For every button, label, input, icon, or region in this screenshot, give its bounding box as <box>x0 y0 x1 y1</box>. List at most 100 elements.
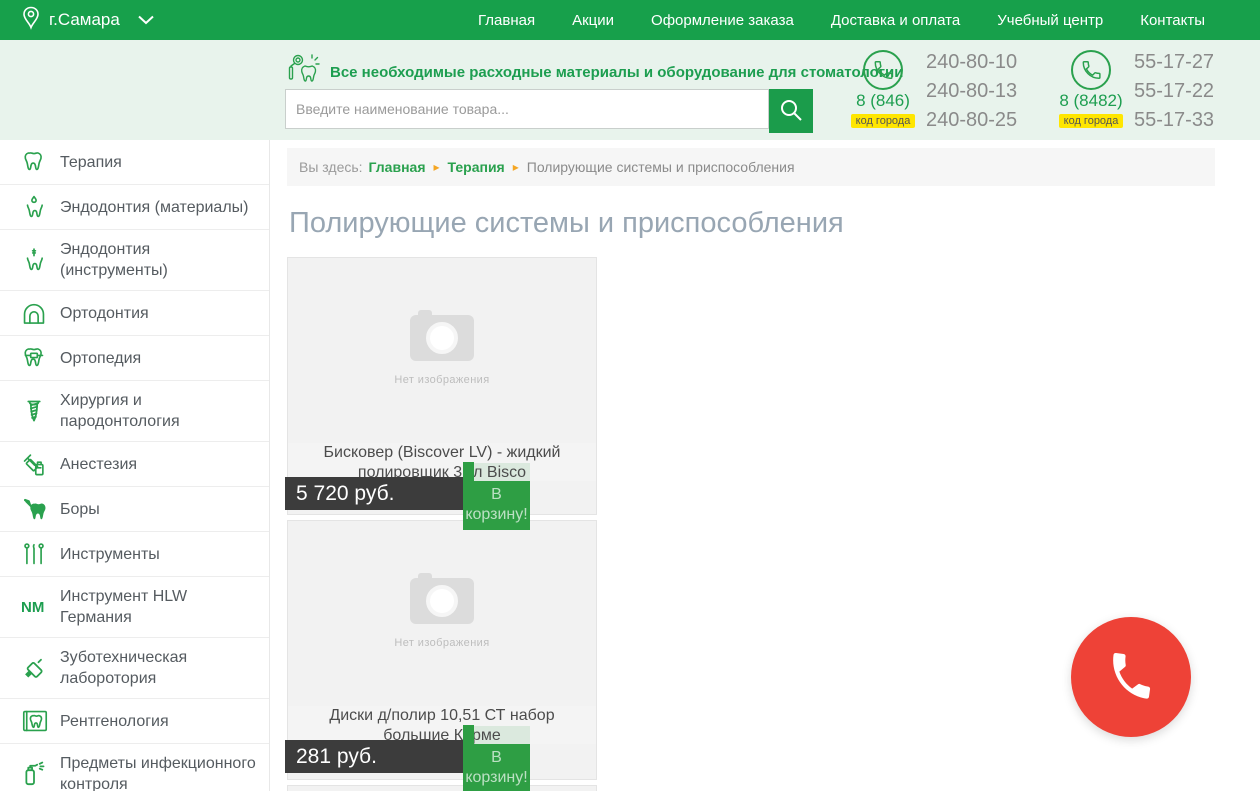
sidebar-item-label: Зуботехническая лаборотория <box>60 647 261 689</box>
no-image-label: Нет изображения <box>288 374 596 386</box>
add-to-cart-button-strip <box>463 462 474 487</box>
sidebar-item-label: Предметы инфекционного контроля <box>60 753 261 791</box>
sidebar-item-radiology[interactable]: Рентгенология <box>0 699 269 744</box>
breadcrumb-section[interactable]: Терапия <box>448 159 505 175</box>
spray-icon <box>20 760 60 788</box>
tooth-drop-icon <box>20 194 60 220</box>
sidebar-item-endodontics-materials[interactable]: Эндодонтия (материалы) <box>0 185 269 230</box>
nav-delivery-payment[interactable]: Доставка и оплата <box>831 12 960 29</box>
sidebar-item-orthodontics[interactable]: Ортодонтия <box>0 291 269 336</box>
city-code-badge: код города <box>851 114 916 128</box>
syringe-icon <box>20 451 60 477</box>
dental-tools-icon <box>285 52 321 93</box>
sidebar-item-surgery-periodontology[interactable]: Хирургия и пародонтология <box>0 381 269 442</box>
camera-icon <box>410 315 474 361</box>
sidebar-item-anesthesia[interactable]: Анестезия <box>0 442 269 487</box>
phone-icon <box>863 50 903 90</box>
top-nav: Главная Акции Оформление заказа Доставка… <box>478 12 1205 29</box>
city-code-badge: код города <box>1059 114 1124 128</box>
sidebar-item-label: Эндодонтия (инструменты) <box>60 239 261 281</box>
sidebar-item-orthopedics[interactable]: Ортопедия <box>0 336 269 381</box>
sidebar-item-label: Ортодонтия <box>60 303 149 324</box>
header: Все необходимые расходные материалы и об… <box>0 40 1260 140</box>
tooth-braces-icon <box>20 345 60 371</box>
product-price: 5 720 руб. <box>285 477 463 510</box>
no-image-label: Нет изображения <box>288 637 596 649</box>
sidebar-item-label: Инструмент HLW Германия <box>60 586 261 628</box>
sidebar-item-label: Эндодонтия (материалы) <box>60 197 248 218</box>
sidebar-item-therapy[interactable]: Терапия <box>0 140 269 185</box>
breadcrumb-arrow-icon: ▸ <box>433 160 439 174</box>
sidebar-item-endodontics-instruments[interactable]: Эндодонтия (инструменты) <box>0 230 269 291</box>
phone-number: 240-80-13 <box>926 77 1017 106</box>
tagline-text: Все необходимые расходные материалы и об… <box>330 64 903 81</box>
page-title: Полирующие системы и приспособления <box>289 207 1260 240</box>
city-selector[interactable]: г.Самара <box>22 6 154 35</box>
sidebar-item-label: Терапия <box>60 152 122 173</box>
chevron-down-icon <box>138 15 154 25</box>
sidebar-item-label: Инструменты <box>60 544 160 565</box>
breadcrumb-prefix: Вы здесь: <box>299 159 363 175</box>
phone-number: 55-17-27 <box>1134 48 1214 77</box>
phone-handset-icon <box>1104 649 1158 706</box>
sidebar-item-label: Хирургия и пародонтология <box>60 390 261 432</box>
no-image-placeholder: Нет изображения <box>288 258 596 386</box>
nav-contacts[interactable]: Контакты <box>1140 12 1205 29</box>
search-button[interactable] <box>769 89 813 133</box>
phone-icon <box>1071 50 1111 90</box>
phone-group-tolyatti: 8 (8482) код города 55-17-27 55-17-22 55… <box>1054 48 1254 136</box>
location-pin-icon <box>22 6 40 35</box>
page: г.Самара Главная Акции Оформление заказа… <box>0 0 1260 791</box>
product-card: Нет изображения Бисковер (Biscover LV) -… <box>287 257 597 515</box>
nm-logo-icon: NM <box>20 596 60 618</box>
phone-city-code: 8 (846) <box>846 91 920 111</box>
product-price: 281 руб. <box>285 740 463 773</box>
sidebar-item-infection-control[interactable]: Предметы инфекционного контроля <box>0 744 269 791</box>
phone-city-code: 8 (8482) <box>1054 91 1128 111</box>
instruments-icon <box>20 541 60 567</box>
xray-icon <box>20 708 60 734</box>
product-name[interactable]: Диски д/полир 10,51 СТ набор большие Кор… <box>288 706 596 744</box>
tooth-icon <box>20 149 60 175</box>
phone-group-samara: 8 (846) код города 240-80-10 240-80-13 2… <box>846 48 1046 136</box>
nav-promotions[interactable]: Акции <box>572 12 614 29</box>
nav-training-center[interactable]: Учебный центр <box>997 12 1103 29</box>
topbar: г.Самара Главная Акции Оформление заказа… <box>0 0 1260 40</box>
sidebar-item-instruments[interactable]: Инструменты <box>0 532 269 577</box>
sidebar-item-dental-lab[interactable]: Зуботехническая лаборотория <box>0 638 269 699</box>
svg-text:NM: NM <box>21 599 44 616</box>
city-name[interactable]: г.Самара <box>49 10 120 30</box>
add-to-cart-button-strip <box>463 725 474 750</box>
breadcrumb-arrow-icon: ▸ <box>513 160 519 174</box>
sidebar-item-label: Боры <box>60 499 100 520</box>
no-image-placeholder: Нет изображения <box>288 521 596 649</box>
camera-icon <box>410 578 474 624</box>
tooth-file-icon <box>20 247 60 273</box>
nav-checkout[interactable]: Оформление заказа <box>651 12 794 29</box>
phone-number: 240-80-25 <box>926 106 1017 135</box>
lab-tube-icon <box>20 654 60 682</box>
sidebar-item-label: Анестезия <box>60 454 137 475</box>
product-name[interactable]: Бисковер (Biscover LV) - жидкий полировщ… <box>288 443 596 481</box>
breadcrumb-home[interactable]: Главная <box>369 159 426 175</box>
phone-number: 55-17-33 <box>1134 106 1214 135</box>
sidebar-item-burs[interactable]: Боры <box>0 487 269 532</box>
search-icon <box>778 97 804 126</box>
sidebar-item-label: Ортопедия <box>60 348 141 369</box>
nav-home[interactable]: Главная <box>478 12 535 29</box>
tooth-gum-icon <box>20 300 60 326</box>
sidebar-item-hlw-germany[interactable]: NM Инструмент HLW Германия <box>0 577 269 638</box>
search-box <box>285 89 769 129</box>
search-input[interactable] <box>285 89 769 129</box>
bur-tooth-icon <box>20 496 60 522</box>
phone-number: 55-17-22 <box>1134 77 1214 106</box>
breadcrumb: Вы здесь: Главная ▸ Терапия ▸ Полирующие… <box>287 148 1215 186</box>
category-sidebar: Терапия Эндодонтия (материалы) Эндодонти… <box>0 140 270 791</box>
tagline: Все необходимые расходные материалы и об… <box>285 52 903 93</box>
product-list: Нет изображения Бисковер (Biscover LV) -… <box>287 257 599 791</box>
product-card: Нет изображения Диски д/полир 10,51 СТ н… <box>287 520 597 780</box>
phone-number: 240-80-10 <box>926 48 1017 77</box>
callback-fab-button[interactable] <box>1071 617 1191 737</box>
breadcrumb-current: Полирующие системы и приспособления <box>527 159 795 175</box>
implant-icon <box>20 397 60 425</box>
